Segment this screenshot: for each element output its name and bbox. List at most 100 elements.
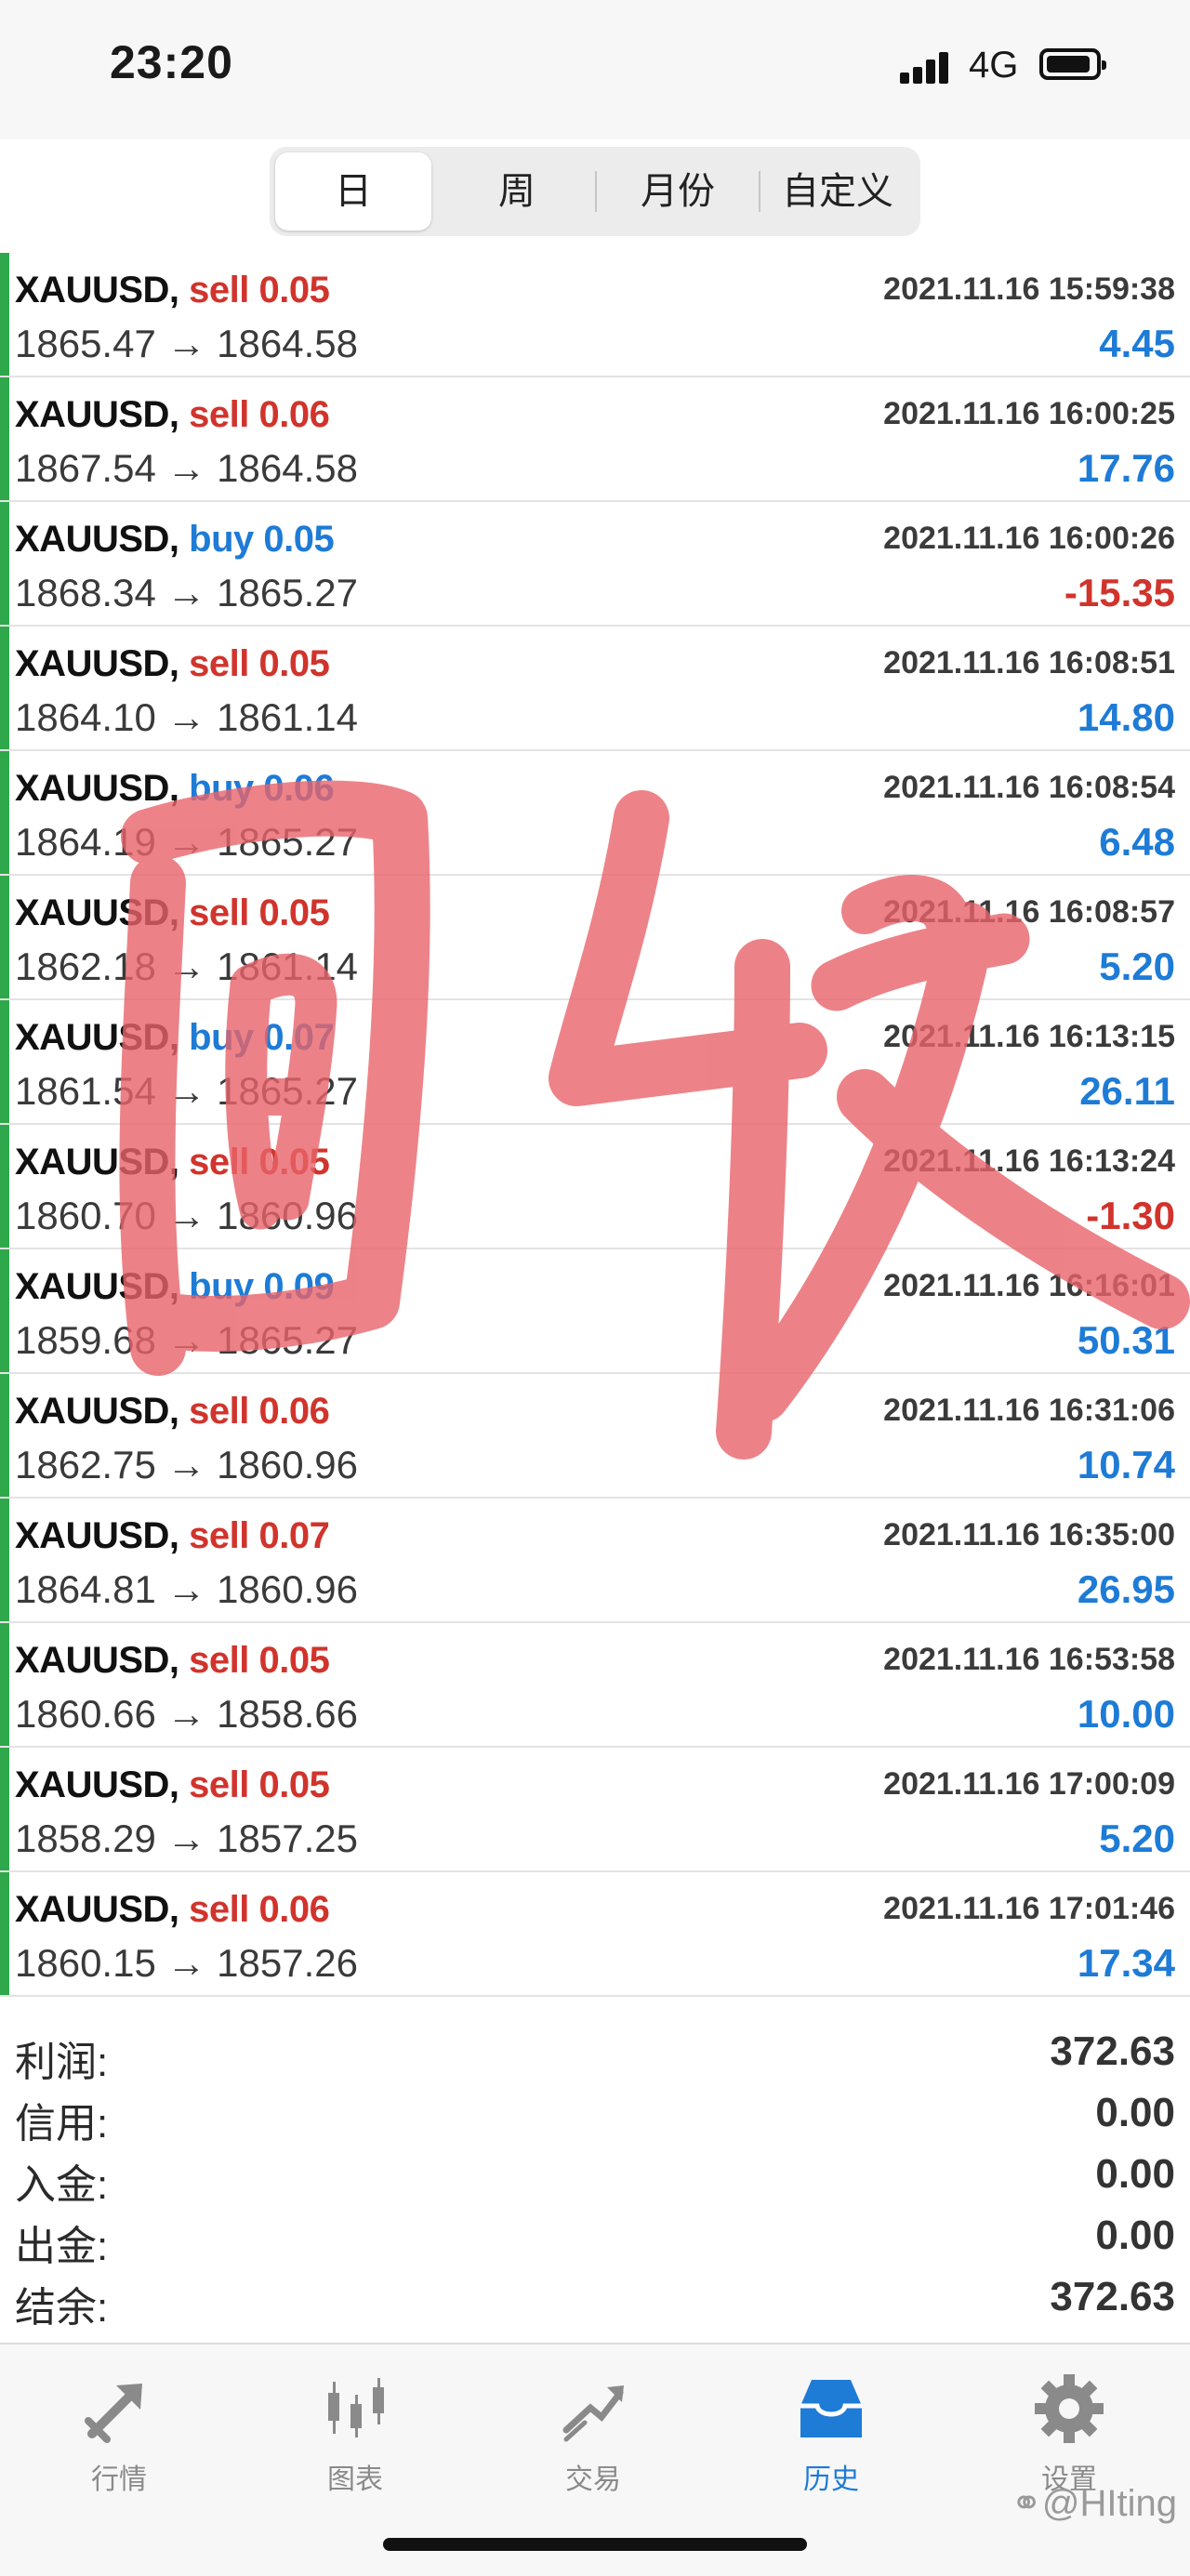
trade-symbol: XAUUSD, sell 0.05: [15, 270, 330, 311]
trade-prices: 1860.70 → 1860.96: [15, 1194, 358, 1237]
trade-symbol: XAUUSD, buy 0.06: [15, 768, 335, 810]
status-bar: 23:20 4G: [0, 0, 1190, 139]
trade-profit: 14.80: [1077, 695, 1175, 739]
trade-row[interactable]: XAUUSD, sell 0.05 2021.11.16 16:13:24 1860…: [0, 1125, 1190, 1249]
trade-row[interactable]: XAUUSD, buy 0.05 2021.11.16 16:00:26 1868.…: [0, 502, 1190, 627]
watermark: ⚭@HIting: [1011, 2482, 1177, 2525]
segment-month[interactable]: 月份: [597, 152, 759, 231]
battery-icon: [1039, 48, 1106, 80]
trade-time: 2021.11.16 16:16:01: [883, 1268, 1175, 1303]
symbol-text: XAUUSD,: [15, 1017, 179, 1058]
trade-row[interactable]: XAUUSD, sell 0.05 2021.11.16 15:59:38 1865…: [0, 253, 1190, 377]
trade-row[interactable]: XAUUSD, sell 0.05 2021.11.16 16:08:51 1864…: [0, 627, 1190, 751]
trade-prices: 1862.75 → 1860.96: [15, 1443, 358, 1486]
home-indicator: [383, 2538, 807, 2551]
history-icon: [757, 2369, 906, 2449]
trade-profit: 17.76: [1077, 446, 1175, 490]
trade-side: buy 0.05: [189, 519, 335, 560]
row-indicator-bar: [0, 1872, 9, 1995]
trade-time: 2021.11.16 16:00:25: [883, 396, 1175, 431]
trade-profit: 4.45: [1099, 322, 1175, 365]
row-indicator-bar: [0, 502, 9, 625]
summary-label: 信用:: [15, 2101, 109, 2147]
trade-prices: 1860.15 → 1857.26: [15, 1941, 358, 1985]
row-indicator-bar: [0, 1374, 9, 1497]
trade-row[interactable]: XAUUSD, buy 0.07 2021.11.16 16:13:15 1861.…: [0, 1000, 1190, 1125]
trade-profit: -15.35: [1064, 571, 1175, 614]
trade-time: 2021.11.16 17:01:46: [883, 1891, 1175, 1926]
trade-symbol: XAUUSD, buy 0.09: [15, 1266, 335, 1308]
summary-label: 出金:: [15, 2224, 109, 2269]
trade-time: 2021.11.16 16:00:26: [883, 521, 1175, 556]
trade-side: sell 0.06: [189, 1391, 330, 1432]
summary-row: 入金: 0.00: [0, 2147, 1190, 2209]
trade-profit: 5.20: [1099, 945, 1175, 988]
trade-row[interactable]: XAUUSD, sell 0.06 2021.11.16 16:00:25 1867…: [0, 377, 1190, 502]
trade-profit: 26.95: [1077, 1567, 1175, 1611]
symbol-text: XAUUSD,: [15, 519, 179, 560]
row-indicator-bar: [0, 1249, 9, 1372]
summary-label: 利润:: [15, 2040, 109, 2085]
trade-time: 2021.11.16 16:53:58: [883, 1642, 1175, 1677]
tab-trade[interactable]: 交易: [519, 2369, 668, 2497]
tab-label: 交易: [565, 2464, 621, 2495]
chart-icon: [281, 2369, 430, 2449]
row-indicator-bar: [0, 253, 9, 376]
trade-prices: 1862.18 → 1861.14: [15, 945, 358, 988]
segment-week[interactable]: 周: [439, 152, 595, 231]
symbol-text: XAUUSD,: [15, 1889, 179, 1930]
row-indicator-bar: [0, 627, 9, 749]
trade-row[interactable]: XAUUSD, sell 0.05 2021.11.16 17:00:09 1858…: [0, 1748, 1190, 1872]
trade-symbol: XAUUSD, sell 0.05: [15, 1640, 330, 1682]
settings-icon: [995, 2369, 1144, 2449]
trade-symbol: XAUUSD, buy 0.07: [15, 1017, 335, 1059]
trade-prices: 1864.10 → 1861.14: [15, 695, 358, 739]
trade-prices: 1861.54 → 1865.27: [15, 1069, 358, 1113]
trade-time: 2021.11.16 16:13:24: [883, 1143, 1175, 1179]
symbol-text: XAUUSD,: [15, 1142, 179, 1182]
weibo-icon: ⚭: [1011, 2483, 1042, 2524]
trade-row[interactable]: XAUUSD, sell 0.06 2021.11.16 17:01:46 1860…: [0, 1872, 1190, 1997]
trade-symbol: XAUUSD, sell 0.05: [15, 1764, 330, 1806]
row-indicator-bar: [0, 1499, 9, 1621]
tab-settings[interactable]: 设置: [995, 2369, 1144, 2497]
trade-time: 2021.11.16 16:13:15: [883, 1019, 1175, 1054]
trade-prices: 1867.54 → 1864.58: [15, 446, 358, 490]
summary-value: 372.63: [1050, 2274, 1175, 2319]
row-indicator-bar: [0, 876, 9, 998]
row-indicator-bar: [0, 1125, 9, 1248]
period-segmented-control: 日 周 月份 自定义: [270, 147, 920, 236]
trade-row[interactable]: XAUUSD, sell 0.05 2021.11.16 16:08:57 1862…: [0, 876, 1190, 1000]
trade-symbol: XAUUSD, sell 0.06: [15, 1391, 330, 1433]
summary-row: 出金: 0.00: [0, 2209, 1190, 2270]
trade-row[interactable]: XAUUSD, buy 0.09 2021.11.16 16:16:01 1859.…: [0, 1249, 1190, 1374]
symbol-text: XAUUSD,: [15, 892, 179, 933]
account-summary: 利润: 372.63 信用: 0.00 入金: 0.00 出金: 0.00 结余: 372.63: [0, 2025, 1190, 2341]
symbol-text: XAUUSD,: [15, 643, 179, 684]
trade-time: 2021.11.16 16:08:54: [883, 770, 1175, 805]
trade-symbol: XAUUSD, sell 0.05: [15, 892, 330, 934]
trade-symbol: XAUUSD, sell 0.05: [15, 643, 330, 685]
trade-profit: 10.00: [1077, 1692, 1175, 1736]
trade-time: 2021.11.16 16:35:00: [883, 1517, 1175, 1552]
segment-day[interactable]: 日: [275, 152, 431, 231]
tab-history[interactable]: 历史: [757, 2369, 906, 2497]
trade-profit: 6.48: [1099, 820, 1175, 864]
row-indicator-bar: [0, 377, 9, 500]
trade-row[interactable]: XAUUSD, sell 0.07 2021.11.16 16:35:00 1864…: [0, 1499, 1190, 1623]
watermark-text: @HIting: [1041, 2483, 1177, 2524]
trade-prices: 1864.19 → 1865.27: [15, 820, 358, 864]
trade-time: 2021.11.16 16:08:51: [883, 645, 1175, 680]
trade-row[interactable]: XAUUSD, buy 0.06 2021.11.16 16:08:54 1864.…: [0, 751, 1190, 876]
trade-profit: -1.30: [1086, 1194, 1175, 1237]
segment-custom[interactable]: 自定义: [760, 152, 915, 231]
tab-label: 历史: [803, 2464, 859, 2495]
tab-chart[interactable]: 图表: [281, 2369, 430, 2497]
trade-symbol: XAUUSD, sell 0.06: [15, 1889, 330, 1931]
trade-row[interactable]: XAUUSD, sell 0.06 2021.11.16 16:31:06 1862…: [0, 1374, 1190, 1499]
summary-value: 372.63: [1050, 2028, 1175, 2074]
tab-quotes[interactable]: 行情: [45, 2369, 193, 2497]
summary-value: 0.00: [1095, 2213, 1175, 2258]
row-indicator-bar: [0, 1623, 9, 1746]
trade-row[interactable]: XAUUSD, sell 0.05 2021.11.16 16:53:58 1860…: [0, 1623, 1190, 1748]
